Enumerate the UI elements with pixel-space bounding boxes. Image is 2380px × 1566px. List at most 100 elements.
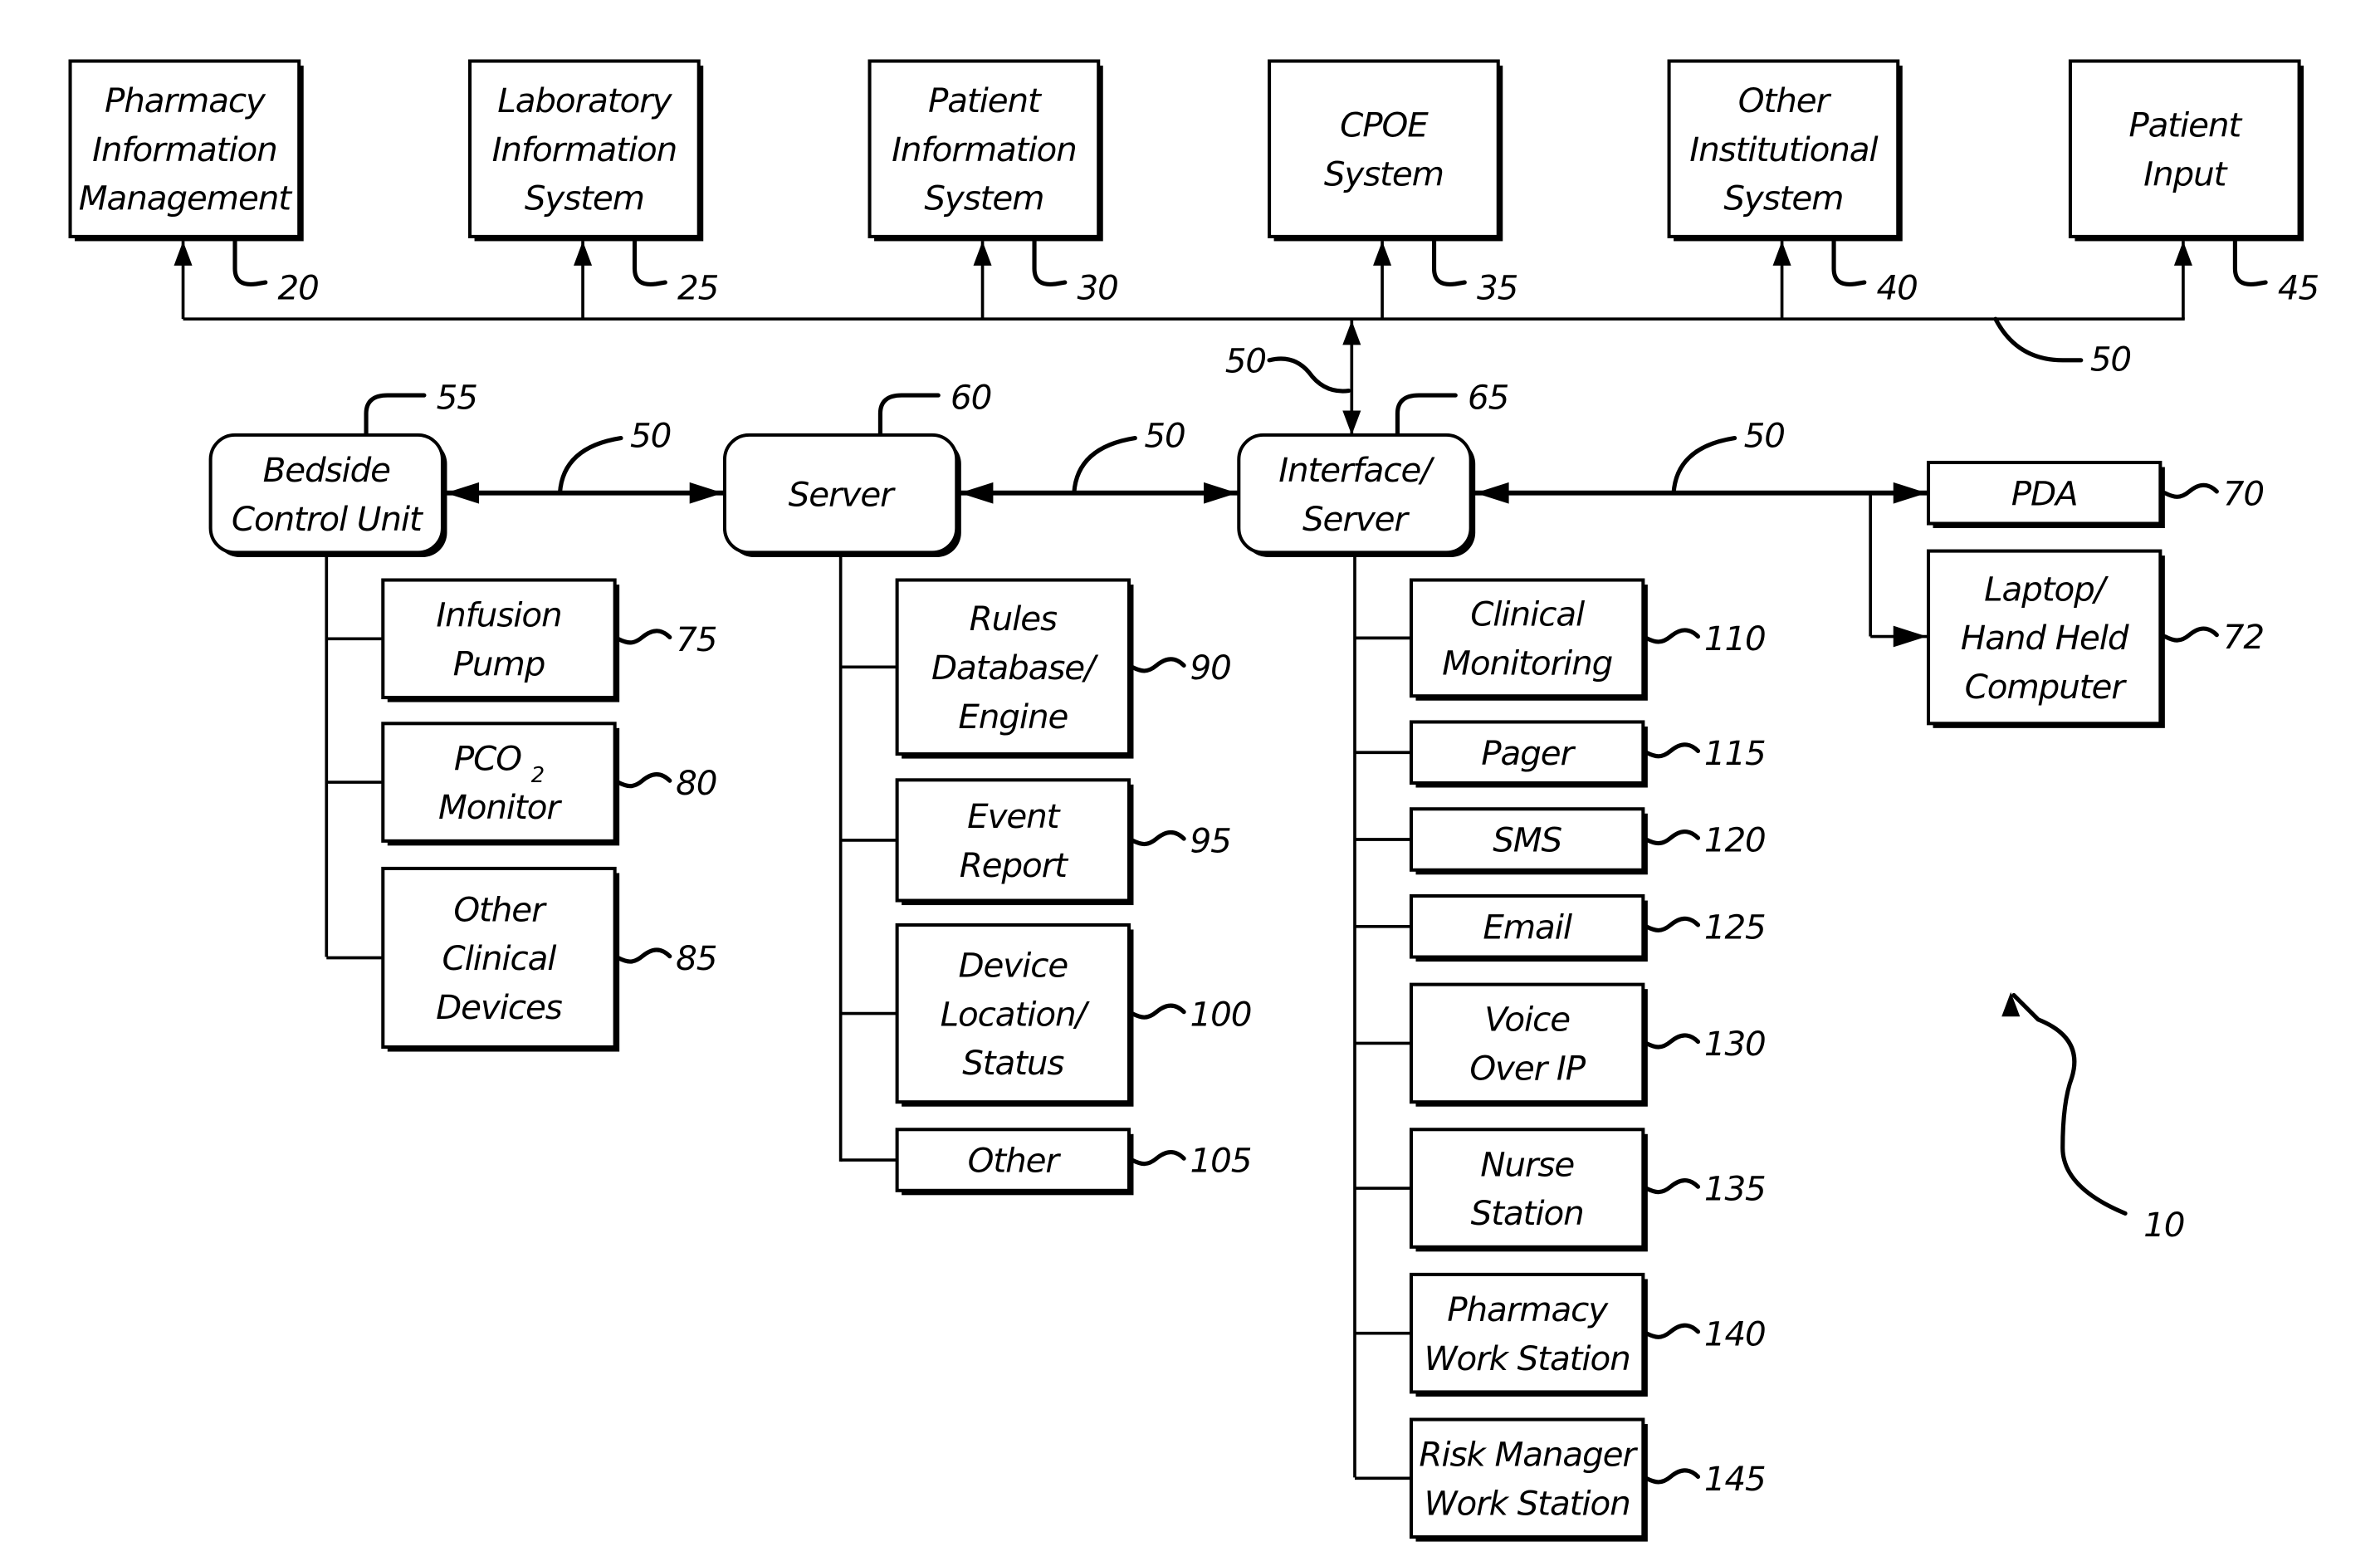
rules-database-engine-box[interactable]: Rules Database/Engine	[895, 578, 1134, 759]
box-label-line: Database/	[931, 648, 1099, 688]
bedside-control-unit-box[interactable]: Bedside Control Unit	[208, 433, 447, 557]
box-label-line: Information	[892, 130, 1077, 169]
risk-manager-work-station-box[interactable]: Risk Manager Work Station	[1409, 1417, 1648, 1542]
device-location-status-box[interactable]: Device Location/Status	[895, 922, 1134, 1107]
clinical-monitoring-box[interactable]: Clinical Monitoring	[1409, 578, 1648, 701]
figure-pointer-line	[2011, 992, 2128, 1216]
reference-numeral: 40	[1877, 267, 1918, 307]
arrowhead-right-icon	[1204, 482, 1238, 504]
laptop-hand-held-computer-box[interactable]: Laptop/Hand Held Computer	[1926, 549, 2165, 728]
box-label-line: Location/	[941, 994, 1091, 1034]
box-label-line: Work Station	[1425, 1483, 1630, 1523]
box-label-line: Monitor	[438, 787, 562, 827]
reference-numeral: 45	[2278, 267, 2319, 307]
infusion-pump-box[interactable]: Infusion Pump	[381, 578, 620, 702]
box-label-line: Hand Held	[1961, 618, 2129, 658]
box-label-line: Pump	[453, 644, 545, 683]
connector-lines	[173, 238, 2268, 1485]
pharmacy-information-management-box[interactable]: Pharmacy Information Management	[68, 59, 304, 242]
other-institutional-system-box[interactable]: Other Institutional System	[1667, 59, 1903, 242]
tilde-leader-line	[1644, 628, 1701, 644]
tilde-leader-line	[1644, 742, 1701, 759]
cpoe-system-box[interactable]: CPOE System	[1268, 59, 1503, 242]
box-label-line: Laboratory	[497, 81, 672, 120]
server-box[interactable]: Server	[722, 433, 961, 557]
top-leader-line	[364, 393, 427, 438]
reference-numeral: 95	[1190, 821, 1231, 861]
box-label-line: Control Unit	[232, 499, 424, 539]
pharmacy-work-station-box[interactable]: Pharmacy Work Station	[1409, 1272, 1648, 1397]
box-label-line: Nurse	[1480, 1144, 1574, 1184]
network-reference-numeral: 50	[630, 416, 671, 456]
arrowhead-up-icon	[574, 241, 593, 266]
reference-numeral: 60	[951, 378, 991, 418]
nurse-station-box[interactable]: Nurse Station	[1409, 1128, 1648, 1252]
label-subscript: 2	[531, 763, 544, 788]
pda-box[interactable]: PDA	[1926, 460, 2165, 529]
other-clinical-devices-box[interactable]: Other Clinical Devices	[381, 866, 620, 1052]
box-label-line: Work Station	[1425, 1338, 1630, 1378]
box-label-line: Voice	[1484, 1000, 1570, 1040]
pager-box[interactable]: Pager	[1409, 720, 1648, 788]
reference-numeral: 125	[1704, 907, 1766, 947]
patient-input-box[interactable]: Patient Input	[2068, 59, 2304, 242]
reference-numeral: 85	[676, 938, 716, 978]
reference-numeral: 115	[1704, 733, 1766, 773]
reference-numeral: 25	[677, 267, 718, 307]
reference-numeral: 105	[1190, 1141, 1252, 1181]
tilde-leader-line	[1130, 657, 1186, 673]
box-label-line: CPOE	[1340, 105, 1429, 145]
box-label-line: Risk Manager	[1419, 1435, 1638, 1475]
network-leader-line	[1993, 316, 2084, 363]
box-label-line: Bedside	[263, 450, 391, 490]
patient-information-system-box[interactable]: Patient Information System	[867, 59, 1103, 242]
box-label-line: System	[525, 179, 644, 218]
network-leader-line	[1267, 356, 1351, 394]
box-label-line: Pharmacy	[1447, 1290, 1609, 1329]
tilde-leader-line	[1130, 1150, 1186, 1167]
event-report-box[interactable]: Event Report	[895, 778, 1134, 906]
arrowhead-left-icon	[1475, 482, 1509, 504]
tilde-leader-line	[1644, 1033, 1701, 1050]
top-leader-line	[1395, 393, 1458, 438]
interface-server-box[interactable]: Interface/Server	[1237, 433, 1476, 557]
laboratory-information-system-box[interactable]: Laboratory Information System	[468, 59, 704, 242]
box-label-line: Clinical	[442, 938, 558, 978]
email-box[interactable]: Email	[1409, 894, 1648, 962]
arrowhead-up-icon	[1373, 241, 1392, 266]
box-label-line: Other	[1738, 81, 1832, 120]
box-label-line: Monitoring	[1442, 643, 1613, 683]
box-frame	[2068, 59, 2301, 238]
reference-numeral: 30	[1078, 267, 1118, 307]
reference-numeral: 130	[1704, 1024, 1766, 1064]
box-label-line: Other	[968, 1141, 1062, 1181]
reference-numeral: 120	[1704, 820, 1766, 860]
arrowhead-right-icon	[1893, 625, 1928, 648]
pco2-monitor-box[interactable]: PCO 2Monitor	[381, 722, 620, 846]
box-label-line: Email	[1483, 907, 1572, 947]
box-label-line: Patient	[928, 81, 1043, 120]
box-label-line: Server	[1302, 499, 1410, 539]
sms-box[interactable]: SMS	[1409, 807, 1648, 875]
other-box[interactable]: Other	[895, 1128, 1134, 1196]
hook-leader-line	[2232, 238, 2268, 286]
network-reference-numeral: 50	[1744, 416, 1785, 456]
box-label-line: System	[924, 179, 1043, 218]
arrowhead-up-icon	[1772, 241, 1791, 266]
box-label-line: Institutional	[1689, 130, 1879, 169]
arrowhead-up-icon	[1342, 321, 1361, 345]
box-label-line: Laptop/	[1984, 569, 2109, 609]
network-reference-numeral: 50	[1144, 416, 1185, 456]
arrowhead-left-icon	[959, 482, 994, 504]
tilde-leader-line	[2163, 626, 2219, 643]
voice-over-ip-box[interactable]: Voice Over IP	[1409, 982, 1648, 1107]
tilde-leader-line	[615, 947, 672, 964]
box-label-line: PDA	[2011, 473, 2078, 513]
network-leader-line	[557, 435, 623, 496]
boxes: Pharmacy Information Management Laboratory I…	[68, 59, 2304, 1542]
box-label-line: Event	[967, 796, 1062, 836]
box-label-line: Status	[962, 1043, 1064, 1083]
box-label-line: Pager	[1481, 733, 1576, 773]
box-label-line: Report	[960, 845, 1069, 885]
box-label-line: Rules	[970, 599, 1058, 639]
